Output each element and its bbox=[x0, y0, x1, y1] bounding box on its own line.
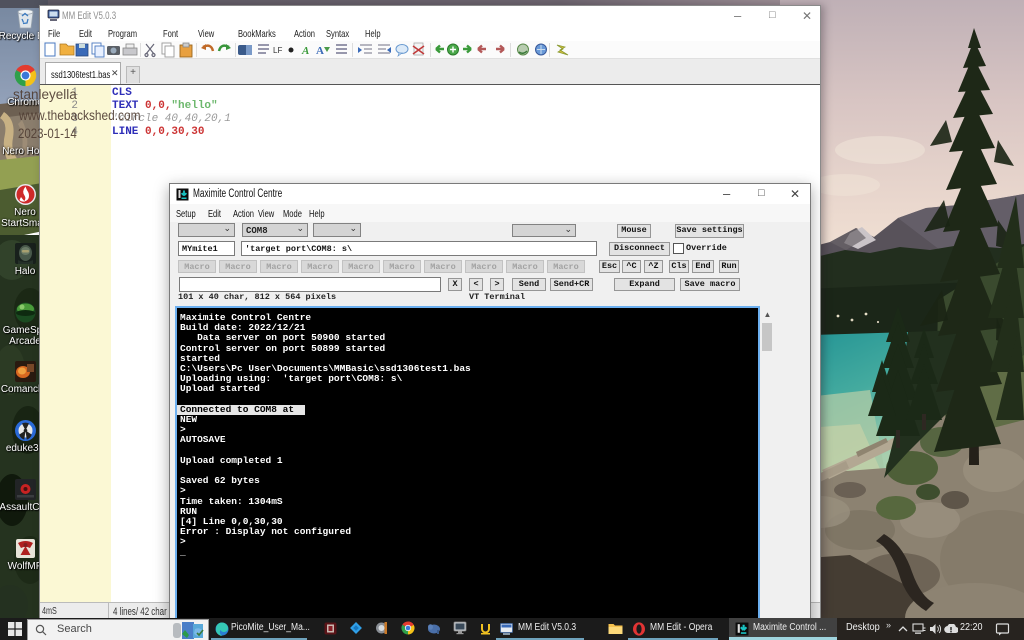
svg-text:LF: LF bbox=[273, 46, 282, 55]
svg-text:A: A bbox=[316, 45, 324, 57]
svg-text:A: A bbox=[301, 45, 309, 57]
